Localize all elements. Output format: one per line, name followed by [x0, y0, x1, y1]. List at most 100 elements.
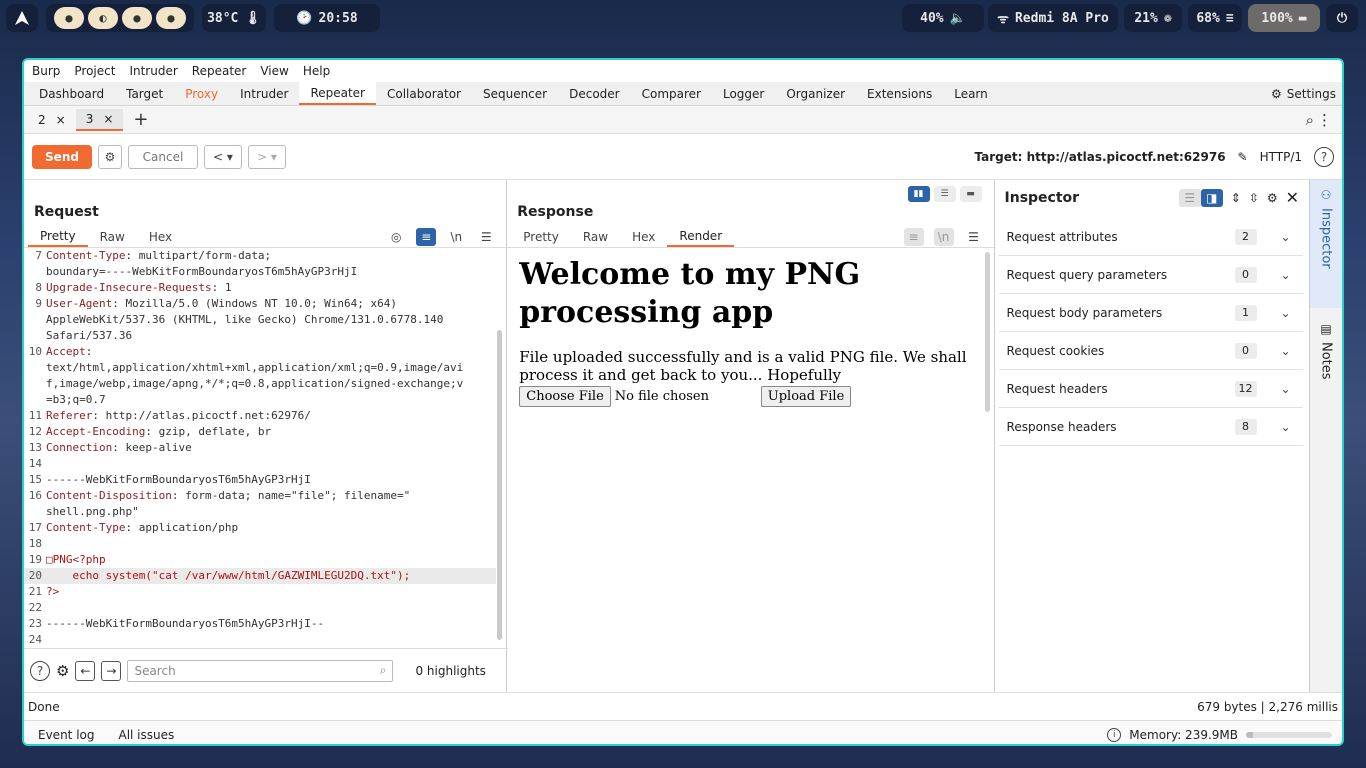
inspector-row-request-body-parameters[interactable]: Request body parameters 1 ⌄ [998, 294, 1303, 332]
request-tab-pretty[interactable]: Pretty [28, 226, 88, 247]
power-icon[interactable]: ⏻ [1326, 4, 1358, 32]
response-tab-render[interactable]: Render [667, 226, 735, 247]
tab-decoder[interactable]: Decoder [558, 82, 631, 105]
tab-extensions[interactable]: Extensions [856, 82, 943, 105]
response-tab-raw[interactable]: Raw [571, 226, 620, 247]
close-icon[interactable]: ✕ [1286, 188, 1299, 207]
inspector-split-view-icon[interactable]: ◨ [1200, 188, 1223, 207]
kebab-menu-icon[interactable]: ⋮ [1317, 111, 1332, 129]
pencil-icon[interactable]: ✎ [1238, 150, 1248, 164]
tab-comparer[interactable]: Comparer [631, 82, 712, 105]
cancel-button[interactable]: Cancel [128, 144, 198, 169]
menu-project[interactable]: Project [74, 64, 115, 78]
menu-intruder[interactable]: Intruder [129, 64, 177, 78]
tab-proxy[interactable]: Proxy [174, 82, 229, 105]
header-name: Referer [46, 409, 93, 422]
tab-intruder[interactable]: Intruder [229, 82, 299, 105]
repeater-tab-2[interactable]: 2 × [28, 109, 76, 131]
line-content: Content-Type: multipart/form-data; [46, 248, 271, 264]
menu-view[interactable]: View [260, 64, 288, 78]
inspector-list-view-icon[interactable]: ☰ [1178, 188, 1201, 207]
arrow-left-icon[interactable]: ← [75, 660, 96, 681]
close-icon[interactable]: × [56, 113, 66, 127]
tab-target[interactable]: Target [115, 82, 174, 105]
request-tab-hex[interactable]: Hex [137, 226, 184, 247]
workspace-2[interactable]: ◐ [88, 7, 118, 29]
hamburger-menu-icon[interactable]: ☰ [964, 228, 984, 246]
request-editor[interactable]: 7 Content-Type: multipart/form-data; bound… [24, 248, 496, 646]
gear-icon[interactable]: ⚙ [1267, 191, 1278, 205]
tab-dashboard[interactable]: Dashboard [28, 82, 115, 105]
line-content: =b3;q=0.7 [46, 392, 106, 408]
gear-icon[interactable]: ⚙ [56, 662, 69, 680]
tab-learn[interactable]: Learn [943, 82, 999, 105]
arrow-right-icon[interactable]: → [101, 660, 122, 681]
code-line: 8 Upgrade-Insecure-Requests: 1 [24, 280, 496, 296]
launcher-logo-icon[interactable] [6, 4, 38, 32]
workspace-1[interactable]: ● [54, 7, 84, 29]
add-tab-icon[interactable]: + [123, 109, 158, 130]
line-content: echo system("cat /var/www/html/GAZWIMLEG… [46, 568, 410, 584]
workspace-3[interactable]: ● [122, 7, 152, 29]
history-forward-button[interactable]: > ▾ [248, 144, 286, 169]
inspector-row-request-cookies[interactable]: Request cookies 0 ⌄ [998, 332, 1303, 370]
menu-burp[interactable]: Burp [32, 64, 60, 78]
choose-file-button[interactable]: Choose File [519, 386, 611, 407]
inspector-row-request-attributes[interactable]: Request attributes 2 ⌄ [998, 218, 1303, 256]
send-options-gear-icon[interactable]: ⚙ [98, 144, 122, 169]
history-back-button[interactable]: < ▾ [204, 144, 242, 169]
clock-widget[interactable]: 🕑 20:58 [274, 4, 380, 32]
menu-repeater[interactable]: Repeater [192, 64, 247, 78]
response-tab-hex[interactable]: Hex [620, 226, 667, 247]
line-value: : form-data; name="file"; filename=" [171, 489, 411, 502]
request-scrollbar[interactable] [497, 330, 503, 640]
inspector-row-response-headers[interactable]: Response headers 8 ⌄ [998, 408, 1303, 446]
request-tab-raw[interactable]: Raw [88, 226, 137, 247]
all-issues-button[interactable]: All issues [118, 728, 174, 742]
hide-nonprintable-icon[interactable]: ◎ [386, 228, 406, 246]
sidebar-tab-inspector[interactable]: ⚇ Inspector [1310, 180, 1342, 308]
settings-button[interactable]: ⚙ Settings [1271, 82, 1336, 106]
layout-side-by-side-icon[interactable]: ▮▮ [907, 186, 930, 202]
hamburger-menu-icon[interactable]: ☰ [476, 228, 496, 246]
network-widget[interactable]: ᯤ Redmi 8A Pro [988, 4, 1118, 32]
inspector-icon: ⚇ [1320, 188, 1332, 202]
layout-tabbed-icon[interactable]: ▬ [959, 186, 982, 202]
main-tabs: Dashboard Target Proxy Intruder Repeater… [24, 82, 1342, 106]
line-value: : keep-alive [112, 441, 192, 454]
http-version[interactable]: HTTP/1 [1260, 150, 1302, 164]
close-icon[interactable]: × [103, 112, 113, 126]
workspace-4[interactable]: ● [156, 7, 186, 29]
collapse-all-icon[interactable]: ⇳ [1249, 191, 1259, 205]
repeater-tab-3[interactable]: 3 × [75, 108, 124, 131]
volume-widget[interactable]: 40% 🔈 [902, 4, 984, 32]
response-tab-pretty[interactable]: Pretty [511, 226, 571, 247]
upload-file-button[interactable]: Upload File [760, 386, 852, 407]
send-button[interactable]: Send [32, 144, 92, 169]
search-input[interactable]: Search ⌕ [127, 659, 394, 682]
tab-repeater[interactable]: Repeater [299, 82, 376, 105]
tab-sequencer[interactable]: Sequencer [472, 82, 558, 105]
inspector-row-label: Response headers [1006, 419, 1117, 434]
memory-label: Memory: 239.9MB [1129, 727, 1238, 742]
help-icon[interactable]: ? [1314, 147, 1334, 167]
line-content: AppleWebKit/537.36 (KHTML, like Gecko) C… [46, 312, 443, 328]
inspector-row-request-headers[interactable]: Request headers 12 ⌄ [998, 370, 1303, 408]
tab-organizer[interactable]: Organizer [775, 82, 856, 105]
event-log-button[interactable]: Event log [38, 728, 94, 742]
tab-collaborator[interactable]: Collaborator [376, 82, 472, 105]
layout-stacked-icon[interactable]: ☰ [933, 186, 956, 202]
inspector-row-request-query-parameters[interactable]: Request query parameters 0 ⌄ [998, 256, 1303, 294]
line-value: Safari/537.36 [46, 329, 133, 342]
header-name: Content-Type [46, 249, 126, 262]
menu-help[interactable]: Help [303, 64, 330, 78]
search-icon[interactable]: ⌕ [1306, 111, 1314, 129]
newline-icon[interactable]: \n [446, 228, 466, 246]
tab-logger[interactable]: Logger [712, 82, 775, 105]
line-content: Content-Type: application/php [46, 520, 238, 536]
expand-all-icon[interactable]: ⇕ [1231, 191, 1241, 205]
response-scrollbar[interactable] [984, 252, 990, 412]
wrap-lines-icon[interactable]: ≡ [416, 228, 437, 246]
sidebar-tab-notes[interactable]: ▤ Notes [1310, 314, 1342, 410]
help-icon[interactable]: ? [30, 660, 50, 681]
